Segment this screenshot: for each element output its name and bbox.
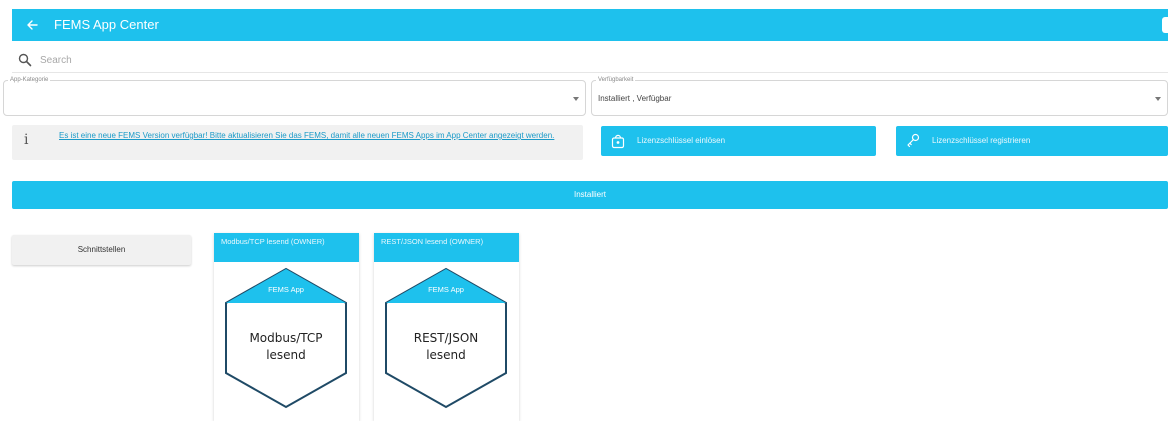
category-button-label: Schnittstellen [77, 245, 126, 254]
app-name-line-2: lesend [426, 348, 466, 362]
installed-section-label: Installiert [573, 190, 606, 199]
update-info-link[interactable]: Es ist eine neue FEMS Version verfügbar!… [59, 129, 559, 142]
app-name-line-1: Modbus/TCP [249, 331, 322, 345]
key-icon [907, 133, 920, 148]
app-name-line-2: lesend [266, 348, 306, 362]
gift-icon [611, 134, 625, 149]
fems-app-hexagon-icon: FEMS App REST/JSON lesend [385, 267, 507, 409]
arrow-left-icon[interactable] [24, 15, 40, 35]
installed-section-bar[interactable]: Installiert [12, 181, 1168, 209]
header-corner-decoration [1162, 17, 1168, 33]
fems-app-hexagon-icon: FEMS App Modbus/TCP lesend [225, 267, 347, 409]
app-badge-text: FEMS App [268, 285, 304, 294]
availability-select-value: Installiert , Verfügbar [598, 94, 672, 103]
info-icon: i [24, 132, 29, 148]
search-input[interactable] [40, 49, 640, 71]
register-license-button[interactable]: Lizenzschlüssel registrieren [896, 126, 1168, 156]
update-info-box: i Es ist eine neue FEMS Version verfügba… [12, 125, 583, 160]
search-icon [18, 53, 32, 67]
app-badge-text: FEMS App [428, 285, 464, 294]
register-license-label: Lizenzschlüssel registrieren [932, 136, 1031, 145]
app-name-line-1: REST/JSON [414, 331, 479, 345]
page-title: FEMS App Center [54, 17, 159, 32]
chevron-down-icon [573, 97, 579, 101]
app-header: FEMS App Center [12, 9, 1168, 41]
app-card-header: Modbus/TCP lesend (OWNER) [214, 233, 359, 262]
redeem-license-button[interactable]: Lizenzschlüssel einlösen [601, 126, 876, 156]
category-select-label: App-Kategorie [8, 76, 51, 84]
app-card-header: REST/JSON lesend (OWNER) [374, 233, 519, 262]
redeem-license-label: Lizenzschlüssel einlösen [637, 136, 726, 145]
category-select[interactable]: App-Kategorie [3, 76, 586, 116]
app-card-modbus-tcp[interactable]: Modbus/TCP lesend (OWNER) FEMS App Modbu… [214, 233, 359, 421]
availability-select[interactable]: Verfügbarkeit Installiert , Verfügbar [591, 76, 1168, 116]
search-bar [12, 47, 1168, 73]
chevron-down-icon [1155, 97, 1161, 101]
category-button-schnittstellen[interactable]: Schnittstellen [12, 235, 191, 265]
app-card-rest-json[interactable]: REST/JSON lesend (OWNER) FEMS App REST/J… [374, 233, 519, 421]
